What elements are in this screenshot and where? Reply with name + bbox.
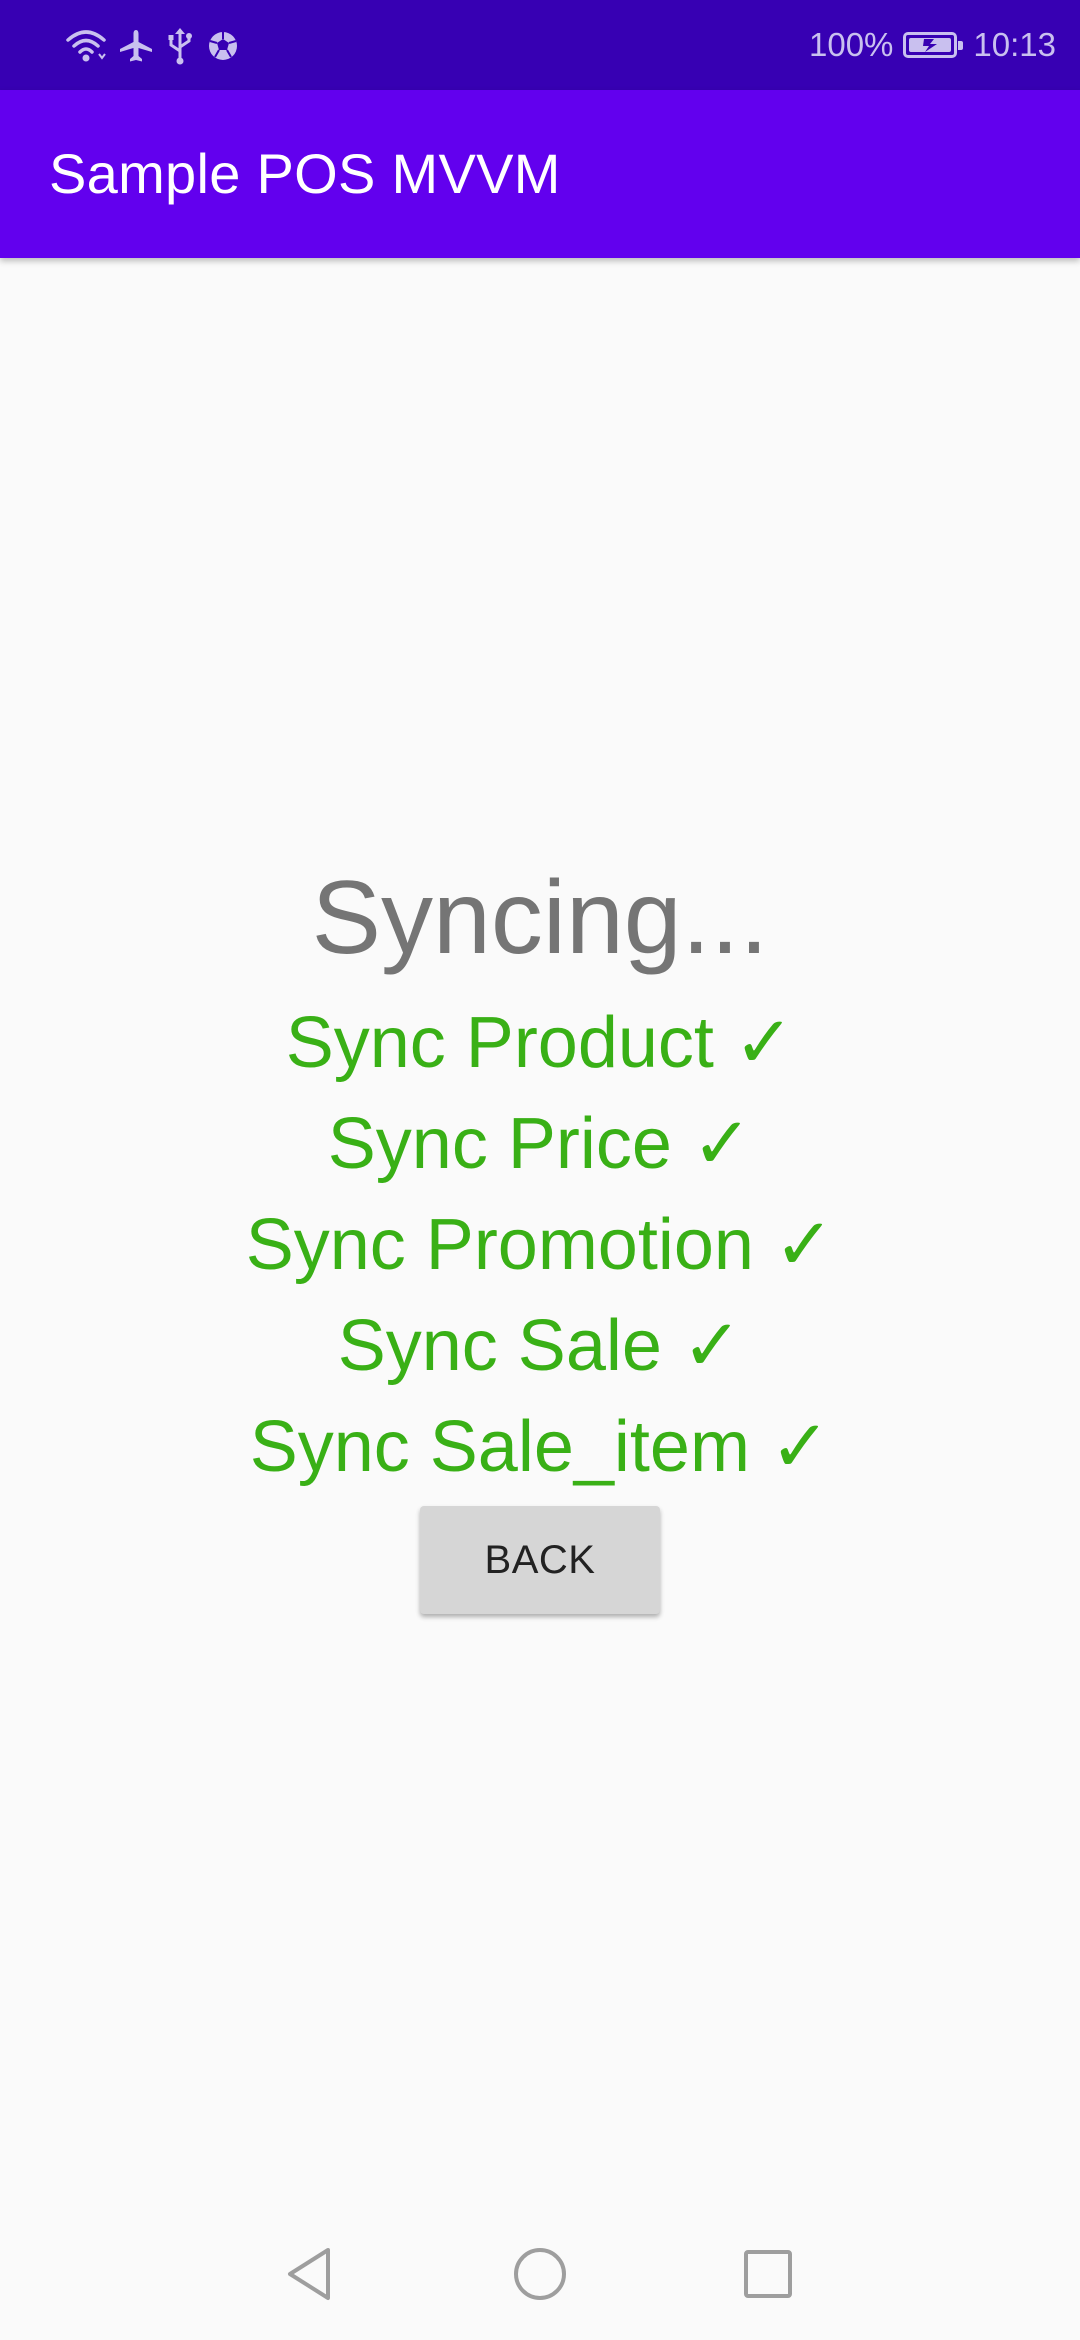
sync-product-status: Sync Product ✓ (285, 1003, 795, 1083)
back-triangle-icon[interactable] (244, 2208, 376, 2340)
usb-icon (166, 27, 194, 65)
home-circle-icon[interactable] (474, 2208, 606, 2340)
sync-promotion-status: Sync Promotion ✓ (245, 1205, 835, 1285)
app-bar: Sample POS MVVM (0, 90, 1080, 258)
status-right: 100% 10:13 (809, 0, 1056, 90)
clock: 10:13 (973, 26, 1056, 63)
back-button[interactable]: BACK (420, 1506, 660, 1614)
battery-charging-icon (903, 32, 964, 58)
airplane-icon (118, 28, 154, 64)
sync-price-status: Sync Price ✓ (327, 1104, 753, 1184)
navigation-bar (0, 2208, 1080, 2340)
status-icons (66, 26, 240, 66)
battery-percent: 100% (809, 26, 894, 63)
status-bar: 100% 10:13 (0, 0, 1080, 90)
app-title: Sample POS MVVM (49, 142, 561, 205)
sync-sale-item-status: Sync Sale_item ✓ (249, 1407, 831, 1487)
sync-sale-status: Sync Sale ✓ (337, 1306, 743, 1386)
syncing-title: Syncing... (311, 860, 769, 976)
soccer-ball-icon (206, 29, 240, 63)
recents-square-icon[interactable] (702, 2208, 834, 2340)
wifi-icon (66, 28, 106, 64)
sync-content: Syncing... Sync Product ✓ Sync Price ✓ S… (0, 258, 1080, 2208)
sync-status-list: Sync Product ✓ Sync Price ✓ Sync Promoti… (0, 993, 1080, 1498)
